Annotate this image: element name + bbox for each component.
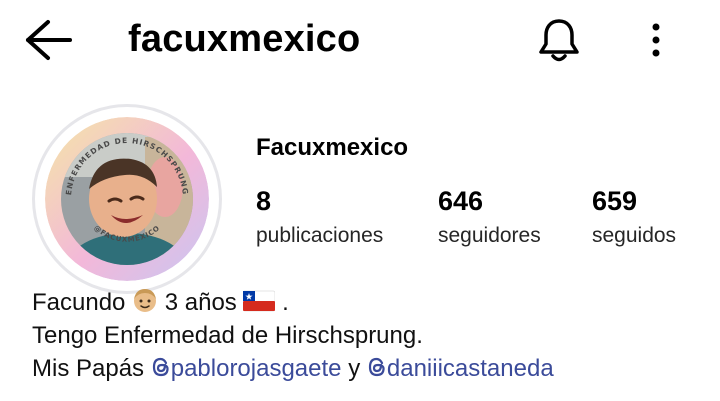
bio-parents-prefix: Mis Papás [32,355,145,382]
avatar-container[interactable]: ENFERMEDAD DE HIRSCHSPRUNG @FACUXMEXICO [32,104,222,294]
bio: Facundo 3 años . Tengo Enfermedad de Hir… [32,286,554,385]
threads-icon [152,357,169,377]
avatar-image: ENFERMEDAD DE HIRSCHSPRUNG @FACUXMEXICO [45,117,209,281]
more-vertical-icon [652,23,660,57]
boy-face-emoji-icon [134,289,157,312]
bell-icon [539,19,579,62]
stat-following-label: seguidos [592,224,677,247]
mention-pablorojasgaete[interactable]: pablorojasgaete [151,355,348,382]
bio-connector: y [348,355,361,382]
bio-line-1-end: . [282,289,289,316]
more-options-button[interactable] [636,14,676,66]
mention-daniiicastaneda-text: daniiicastaneda [386,355,554,382]
stat-posts-count: 8 [256,186,272,216]
stat-followers-label: seguidores [438,224,541,247]
profile-display-name: Facuxmexico [256,134,409,161]
avatar: ENFERMEDAD DE HIRSCHSPRUNG @FACUXMEXICO [45,117,209,281]
notifications-button[interactable] [533,14,585,66]
stat-followers[interactable]: 646 seguidores [438,184,541,253]
back-button[interactable] [18,18,74,62]
stat-following-count: 659 [592,186,638,216]
page-title-username: facuxmexico [128,18,361,60]
bio-line-1: Facundo 3 años . [32,286,554,319]
chile-flag-icon [243,290,276,312]
stat-posts-label: publicaciones [256,224,384,247]
stat-following[interactable]: 659 seguidos [592,184,676,253]
top-bar: facuxmexico [0,0,720,80]
stat-followers-count: 646 [438,186,484,216]
bio-line-3: Mis Papás pablorojasgaete y daniiicastan… [32,352,554,385]
arrow-left-icon [26,20,72,60]
mention-daniiicastaneda[interactable]: daniiicastaneda [367,355,554,382]
profile-page: facuxmexico ENFERMEDAD DE HIRSCHSPRUNG @… [0,0,720,401]
bio-name: Facundo [32,289,126,316]
stat-posts[interactable]: 8 publicaciones [256,184,383,253]
mention-pablorojasgaete-text: pablorojasgaete [170,355,342,382]
bio-line-2: Tengo Enfermedad de Hirschsprung. [32,322,423,349]
threads-icon [368,357,385,377]
bio-age: 3 años [164,289,237,316]
